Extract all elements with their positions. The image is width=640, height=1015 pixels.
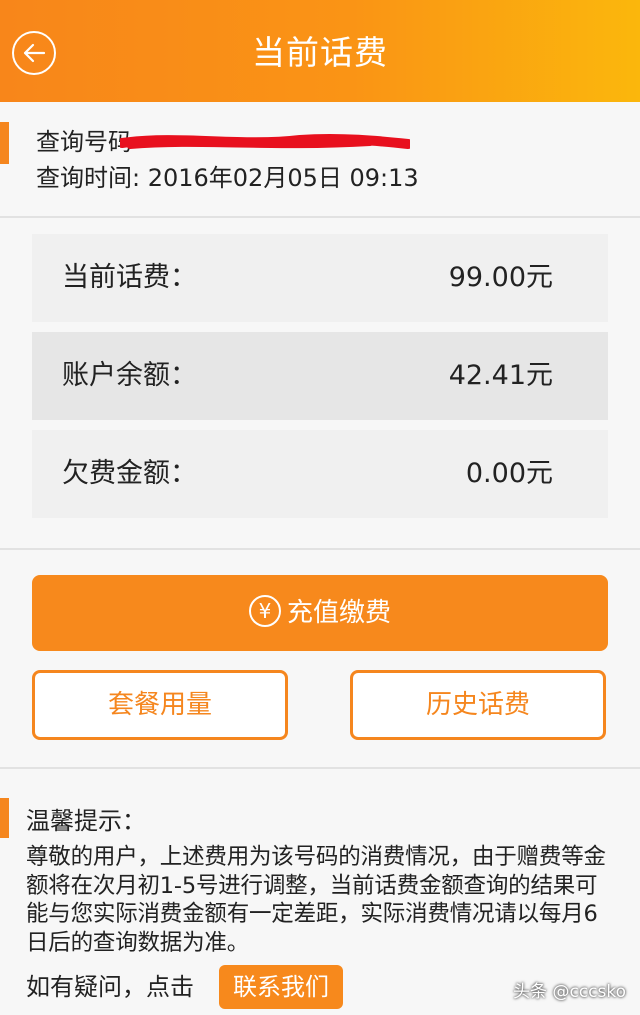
phone-number-label: 查询号码	[36, 128, 132, 156]
query-info-section: 查询号码 查询时间: 2016年02月05日 09:13	[0, 102, 640, 218]
arrears-row: 欠费金额： 0.00元	[32, 430, 608, 518]
page-title: 当前话费	[252, 33, 388, 72]
arrears-label: 欠费金额：	[62, 458, 197, 489]
tips-title: 温馨提示：	[26, 807, 146, 835]
tips-body: 尊敬的用户，上述费用为该号码的消费情况，由于赠费等金额将在次月初1-5号进行调整…	[26, 844, 606, 956]
recharge-button[interactable]: ¥ 充值缴费	[32, 575, 608, 651]
current-bill-label: 当前话费：	[62, 262, 197, 293]
bill-amounts: 当前话费： 99.00元 账户余额： 42.41元 欠费金额： 0.00元	[0, 218, 640, 550]
query-time: 查询时间: 2016年02月05日 09:13	[36, 164, 419, 192]
recharge-label: 充值缴费	[286, 598, 391, 628]
section-marker	[0, 798, 9, 838]
help-prompt: 如有疑问，点击	[26, 973, 194, 1001]
balance-label: 账户余额：	[62, 360, 197, 391]
section-marker	[0, 122, 9, 164]
arrears-value: 0.00元	[465, 458, 553, 489]
current-bill-row: 当前话费： 99.00元	[32, 234, 608, 322]
redaction-scribble	[120, 133, 410, 149]
balance-row: 账户余额： 42.41元	[32, 332, 608, 420]
watermark: 头条 @cccsko	[513, 982, 626, 1002]
history-bill-button[interactable]: 历史话费	[350, 670, 606, 740]
current-bill-value: 99.00元	[448, 262, 553, 293]
yen-icon: ¥	[248, 594, 281, 627]
package-usage-button[interactable]: 套餐用量	[32, 670, 288, 740]
divider	[0, 767, 640, 769]
app-header: 当前话费	[0, 0, 640, 102]
contact-us-button[interactable]: 联系我们	[219, 965, 343, 1009]
balance-value: 42.41元	[448, 360, 553, 391]
